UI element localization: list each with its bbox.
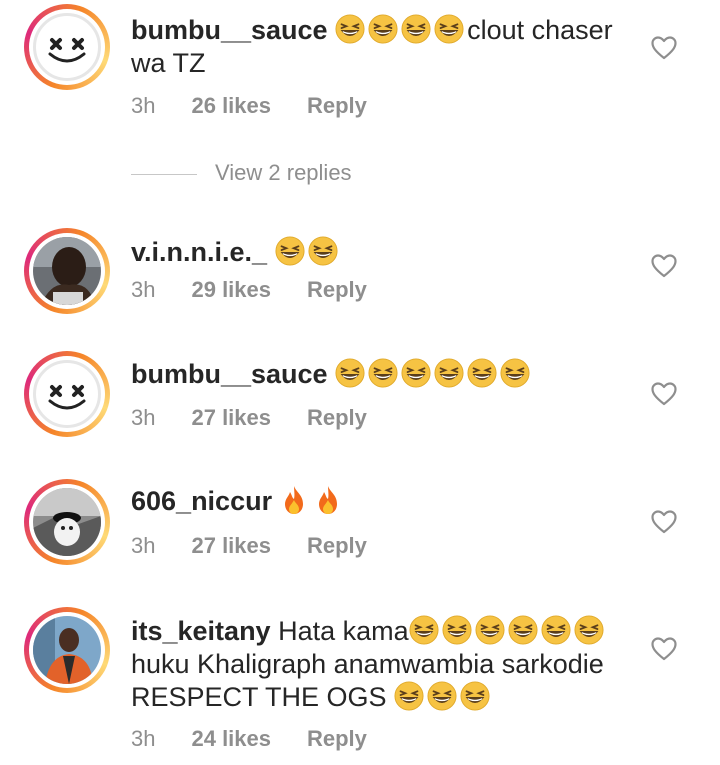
laughing-emoji-icon xyxy=(394,681,424,711)
laughing-emoji-icon xyxy=(275,236,305,266)
laughing-emoji-icon xyxy=(335,358,365,388)
laughing-emoji-icon xyxy=(368,358,398,388)
view-replies-label: View 2 replies xyxy=(215,160,352,185)
avatar[interactable] xyxy=(24,4,110,90)
comment-username[interactable]: bumbu__sauce xyxy=(131,359,328,389)
comment-meta: 3h 26 likes Reply xyxy=(131,93,403,119)
comment-time: 3h xyxy=(131,405,156,430)
fire-emoji-icon xyxy=(282,485,306,515)
marshmello-avatar-icon xyxy=(33,13,101,81)
comment-time: 3h xyxy=(131,726,156,751)
laughing-emoji-icon xyxy=(508,615,538,645)
comment-text: its_keitany Hata kama huku Khaligraph an… xyxy=(131,615,631,714)
like-heart-icon[interactable] xyxy=(651,36,677,60)
laughing-emoji-icon xyxy=(541,615,571,645)
reply-button[interactable]: Reply xyxy=(307,277,367,302)
likes-count[interactable]: 29 likes xyxy=(191,277,271,302)
fire-emoji-icon xyxy=(316,485,340,515)
laughing-emoji-icon xyxy=(574,615,604,645)
profile-photo-icon xyxy=(33,616,101,684)
like-heart-icon[interactable] xyxy=(651,382,677,406)
reply-button[interactable]: Reply xyxy=(307,405,367,430)
avatar[interactable] xyxy=(24,479,110,565)
comment-meta: 3h 27 likes Reply xyxy=(131,405,403,431)
reply-button[interactable]: Reply xyxy=(307,533,367,558)
avatar[interactable] xyxy=(24,607,110,693)
comment-text: 606_niccur xyxy=(131,485,631,518)
comment-meta: 3h 27 likes Reply xyxy=(131,533,403,559)
comment-time: 3h xyxy=(131,533,156,558)
likes-count[interactable]: 27 likes xyxy=(191,405,271,430)
profile-photo-icon xyxy=(33,488,101,556)
laughing-emoji-icon xyxy=(401,358,431,388)
comment-body-line1: Hata kama xyxy=(278,616,409,646)
reply-button[interactable]: Reply xyxy=(307,726,367,751)
likes-count[interactable]: 24 likes xyxy=(191,726,271,751)
divider xyxy=(131,173,197,175)
comment-body-line3: RESPECT THE OGS xyxy=(131,682,387,712)
laughing-emoji-icon xyxy=(368,14,398,44)
comment-body-line2: huku Khaligraph anamwambia sarkodie xyxy=(131,649,604,679)
like-heart-icon[interactable] xyxy=(651,510,677,534)
comment-time: 3h xyxy=(131,277,156,302)
marshmello-avatar-icon xyxy=(33,360,101,428)
laughing-emoji-icon xyxy=(442,615,472,645)
likes-count[interactable]: 26 likes xyxy=(191,93,271,118)
comment-username[interactable]: v.i.n.n.i.e._ xyxy=(131,237,267,267)
laughing-emoji-icon xyxy=(434,14,464,44)
laughing-emoji-icon xyxy=(401,14,431,44)
avatar[interactable] xyxy=(24,228,110,314)
laughing-emoji-icon xyxy=(434,358,464,388)
comment-meta: 3h 24 likes Reply xyxy=(131,726,403,752)
laughing-emoji-icon xyxy=(335,14,365,44)
like-heart-icon[interactable] xyxy=(651,637,677,661)
likes-count[interactable]: 27 likes xyxy=(191,533,271,558)
profile-photo-icon xyxy=(33,237,101,305)
comment-text: bumbu__sauce clout chaser wa TZ xyxy=(131,14,631,80)
laughing-emoji-icon xyxy=(409,615,439,645)
avatar[interactable] xyxy=(24,351,110,437)
like-heart-icon[interactable] xyxy=(651,254,677,278)
comment-meta: 3h 29 likes Reply xyxy=(131,277,403,303)
comment-text: v.i.n.n.i.e._ xyxy=(131,236,631,269)
comment-username[interactable]: 606_niccur xyxy=(131,486,272,516)
laughing-emoji-icon xyxy=(308,236,338,266)
comment-text: bumbu__sauce xyxy=(131,358,631,391)
laughing-emoji-icon xyxy=(500,358,530,388)
laughing-emoji-icon xyxy=(475,615,505,645)
reply-button[interactable]: Reply xyxy=(307,93,367,118)
laughing-emoji-icon xyxy=(427,681,457,711)
comment-username[interactable]: its_keitany xyxy=(131,616,271,646)
view-replies-button[interactable]: View 2 replies xyxy=(131,160,352,186)
laughing-emoji-icon xyxy=(467,358,497,388)
comment-time: 3h xyxy=(131,93,156,118)
laughing-emoji-icon xyxy=(460,681,490,711)
comment-username[interactable]: bumbu__sauce xyxy=(131,15,328,45)
